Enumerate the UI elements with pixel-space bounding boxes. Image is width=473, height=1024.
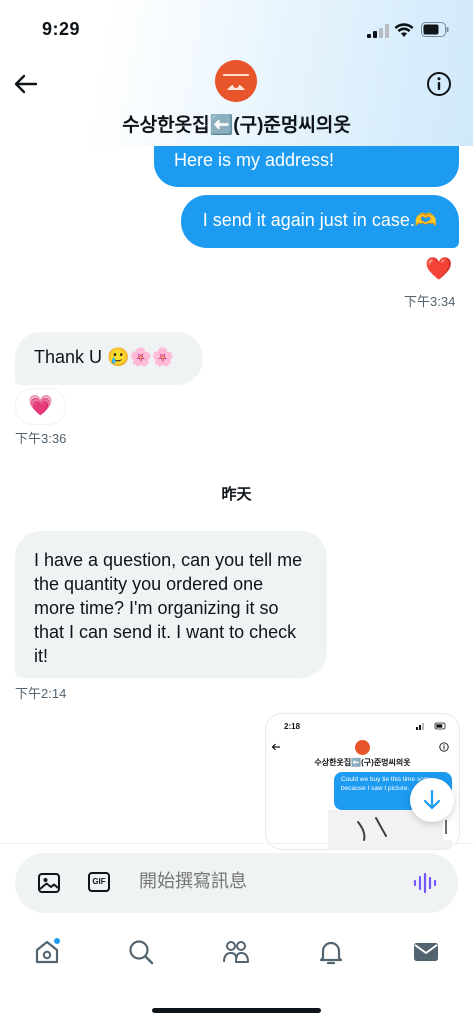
messages-icon[interactable] (412, 938, 440, 966)
message-bubble-incoming[interactable]: Thank U 🥲🌸🌸 (15, 332, 203, 385)
avatar-logo-icon (215, 60, 257, 102)
preview-back-arrow-icon (271, 743, 280, 751)
notifications-icon[interactable] (317, 938, 345, 966)
message-reaction[interactable]: ❤️ (425, 256, 452, 282)
preview-status-icons (416, 722, 446, 730)
message-bubble-outgoing[interactable]: I send it again just in case.🫶 (181, 195, 459, 248)
message-timestamp: 下午3:34 (404, 294, 456, 309)
search-icon[interactable] (127, 938, 155, 966)
avatar[interactable] (215, 60, 257, 102)
arrow-down-icon (423, 789, 441, 810)
scroll-to-bottom-button[interactable] (410, 778, 454, 822)
info-icon[interactable] (426, 71, 452, 97)
back-arrow-icon[interactable] (12, 70, 40, 98)
message-reaction[interactable]: 💗 (15, 388, 66, 425)
day-separator: 昨天 (221, 486, 252, 503)
home-icon[interactable] (33, 938, 61, 966)
status-time: 9:29 (42, 19, 81, 39)
home-indicator (152, 1008, 321, 1013)
composer-divider (0, 843, 473, 844)
preview-info-icon (439, 742, 449, 752)
message-input[interactable] (139, 871, 359, 892)
cellular-signal-icon (367, 24, 389, 38)
gif-label: GIF (92, 877, 106, 886)
message-bubble-incoming[interactable]: I have a question, can you tell me the q… (15, 531, 327, 678)
preview-avatar (355, 740, 370, 755)
message-timestamp: 下午3:36 (15, 431, 67, 446)
preview-status-time: 2:18 (284, 722, 301, 731)
message-composer: GIF (15, 853, 458, 913)
image-icon[interactable] (37, 871, 61, 895)
message-timestamp: 下午2:14 (15, 686, 67, 701)
battery-icon (421, 22, 449, 37)
gif-icon[interactable]: GIF (88, 872, 110, 892)
chat-title[interactable]: 수상한옷집⬅️(구)준멍씨의옷 (0, 110, 473, 137)
wifi-icon (394, 23, 414, 37)
communities-icon[interactable] (222, 938, 250, 966)
preview-title: 수상한옷집⬅️(구)준멍씨의옷 (314, 758, 411, 767)
voice-icon[interactable] (412, 870, 438, 896)
